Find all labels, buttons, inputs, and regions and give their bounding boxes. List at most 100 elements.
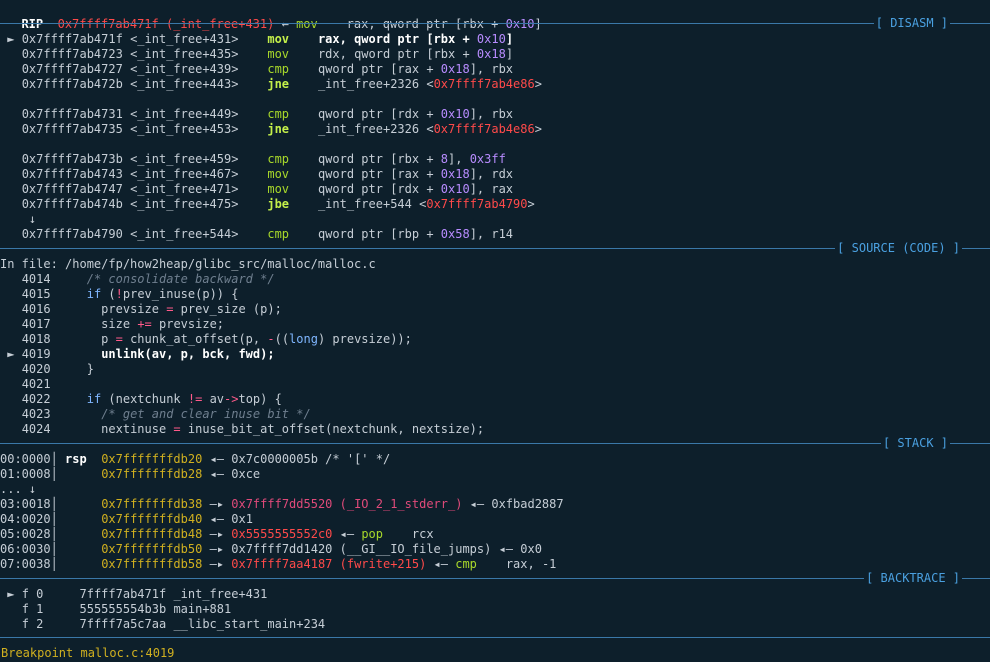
stack-value: cmp: [455, 557, 477, 571]
instruction-address: 0x7ffff7ab4747: [21, 182, 123, 196]
backtrace-frame[interactable]: f 1 555555554b3b main+881: [0, 602, 232, 617]
source-line: 4016 prevsize = prev_size (p);: [0, 302, 282, 317]
stack-value: 0x7fffffffdb40: [101, 512, 203, 526]
source-code-token: long: [289, 332, 318, 346]
source-code-token: ) prevsize));: [317, 332, 412, 346]
instruction-address: 0x7ffff7ab472b: [21, 77, 123, 91]
breakpoint-status: Breakpoint malloc.c:4019: [1, 646, 175, 660]
source-line: 4015 if (!prev_inuse(p)) {: [0, 287, 239, 302]
stack-value: ◂—: [332, 527, 362, 541]
instruction-symbol: <_int_free+449>: [130, 107, 239, 121]
stack-value: 0xce: [231, 467, 261, 481]
source-code-token: +=: [137, 317, 152, 331]
source-code-token: !=: [187, 392, 203, 406]
source-code-token: -: [267, 332, 275, 346]
stack-bar: │: [50, 557, 58, 571]
instruction-symbol: <_int_free+435>: [130, 47, 239, 61]
instruction-address: 0x7ffff7ab4731: [21, 107, 123, 121]
source-code-token: chunk_at_offset(p,: [122, 332, 268, 346]
backtrace-separator: [ BACKTRACE ]: [0, 571, 990, 586]
stack-value: 0x7fffffffdb48: [101, 527, 203, 541]
stack-value: rax, -1: [476, 557, 557, 571]
backtrace-frame[interactable]: ► f 0 7ffff7ab471f _int_free+431: [0, 587, 267, 602]
stack-value: 0x7fffffffdb38: [101, 497, 203, 511]
rip-line: RIP 0x7ffff7ab471f (_int_free+431) ← mov…: [0, 2, 541, 31]
source-code-token: [58, 407, 101, 421]
disasm-line: 0x7ffff7ab472b <_int_free+443> jne _int_…: [0, 77, 542, 92]
source-code-token: !: [115, 287, 123, 301]
line-number: 4020: [21, 362, 51, 376]
marker-space: [0, 287, 22, 301]
disasm-line: 0x7ffff7ab4735 <_int_free+453> jne _int_…: [0, 122, 542, 137]
stack-row: 07:0038│ 0x7fffffffdb58 —▸ 0x7ffff7aa418…: [0, 557, 556, 572]
source-code-token: prevsize;: [151, 317, 225, 331]
source-code-token: [58, 392, 87, 406]
stack-value: ◂—: [202, 467, 232, 481]
instruction-mnemonic: jne: [267, 77, 290, 91]
stack-separator: [ STACK ]: [0, 436, 990, 451]
stack-row: 06:0030│ 0x7fffffffdb50 —▸ 0x7ffff7dd142…: [0, 542, 542, 557]
marker-space: [0, 317, 22, 331]
marker-space: [0, 47, 22, 61]
source-code-token: }: [57, 362, 94, 376]
disasm-line: 0x7ffff7ab4723 <_int_free+435> mov rdx, …: [0, 47, 513, 62]
source-code-token: [58, 272, 87, 286]
instruction-operand: 0x18: [440, 62, 470, 76]
source-code-token: (nextchunk: [101, 392, 188, 406]
stack-value: 0xfbad2887: [491, 497, 564, 511]
instruction-address: 0x7ffff7ab4735: [21, 122, 123, 136]
marker-space: [0, 62, 22, 76]
source-code-token: ((: [274, 332, 290, 346]
instruction-operand: 0x7ffff7ab4790: [426, 197, 528, 211]
frame-address: 7ffff7ab471f: [79, 587, 167, 601]
marker-space: [0, 197, 22, 211]
backtrace-frame[interactable]: f 2 7ffff7a5c7aa __libc_start_main+234: [0, 617, 325, 632]
source-line: 4017 size += prevsize;: [0, 317, 224, 332]
instruction-operand: 0x10: [476, 32, 506, 46]
line-number: 4015: [21, 287, 51, 301]
stack-row: 03:0018│ 0x7fffffffdb38 —▸ 0x7ffff7dd552…: [0, 497, 564, 512]
stack-value: 0x7fffffffdb58: [101, 557, 203, 571]
stack-bar: │: [50, 512, 58, 526]
line-number: 4014: [21, 272, 51, 286]
marker-space: [0, 272, 22, 286]
marker-space: [0, 167, 22, 181]
register-space: [65, 542, 87, 556]
register-space: [65, 512, 87, 526]
source-title: [ SOURCE (CODE) ]: [835, 241, 962, 256]
line-number: 4021: [21, 377, 51, 391]
stack-value: 0x7ffff7dd5520 (_IO_2_1_stderr_): [231, 497, 463, 511]
source-code-token: =: [173, 422, 181, 436]
stack-bar: │: [50, 467, 58, 481]
instruction-address: 0x7ffff7ab4727: [21, 62, 123, 76]
instruction-operand: ], rbx: [469, 62, 514, 76]
instruction-symbol: <_int_free+439>: [130, 62, 239, 76]
instruction-operand: ], r14: [469, 227, 514, 241]
source-code-token: p: [57, 332, 116, 346]
instruction-mnemonic: mov: [267, 32, 290, 46]
instruction-operand: 0x10: [440, 107, 470, 121]
